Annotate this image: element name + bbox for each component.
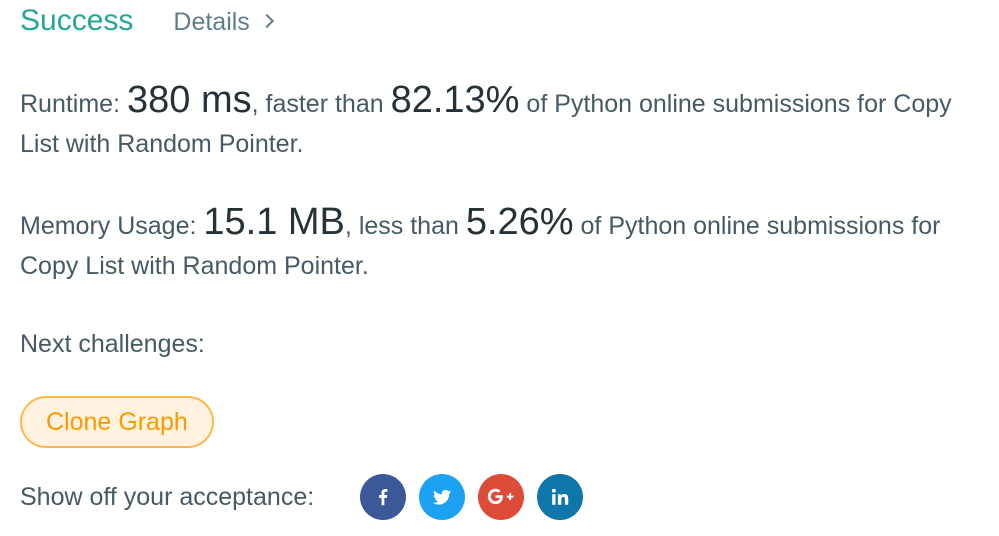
memory-stat: Memory Usage: 15.1 MB, less than 5.26% o… — [20, 202, 980, 286]
twitter-icon — [433, 489, 452, 505]
share-label: Show off your acceptance: — [20, 482, 315, 511]
runtime-mid: , faster than — [251, 90, 391, 118]
next-challenges-label: Next challenges: — [20, 330, 205, 358]
result-header: Success Details — [20, 4, 274, 38]
twitter-share-button[interactable] — [419, 474, 466, 520]
runtime-stat: Runtime: 380 ms, faster than 82.13% of P… — [20, 80, 980, 164]
runtime-percent: 82.13% — [390, 79, 520, 121]
google-plus-icon — [487, 488, 514, 505]
challenge-tag-clone-graph[interactable]: Clone Graph — [20, 396, 214, 448]
linkedin-icon — [552, 488, 569, 505]
runtime-value: 380 ms — [126, 79, 252, 121]
status-title: Success — [20, 4, 134, 37]
memory-mid: , less than — [344, 212, 466, 240]
google-plus-share-button[interactable] — [478, 474, 525, 520]
memory-value: 15.1 MB — [203, 201, 345, 243]
details-link[interactable]: Details — [173, 8, 274, 37]
runtime-label: Runtime: — [20, 90, 127, 118]
facebook-share-button[interactable] — [360, 474, 407, 520]
facebook-icon — [379, 489, 388, 506]
social-share-buttons — [360, 474, 596, 520]
memory-percent: 5.26% — [465, 201, 574, 243]
share-row: Show off your acceptance: — [20, 474, 596, 520]
linkedin-share-button[interactable] — [537, 474, 584, 520]
chevron-right-icon — [259, 13, 274, 28]
memory-label: Memory Usage: — [20, 212, 204, 240]
details-label: Details — [173, 8, 250, 36]
